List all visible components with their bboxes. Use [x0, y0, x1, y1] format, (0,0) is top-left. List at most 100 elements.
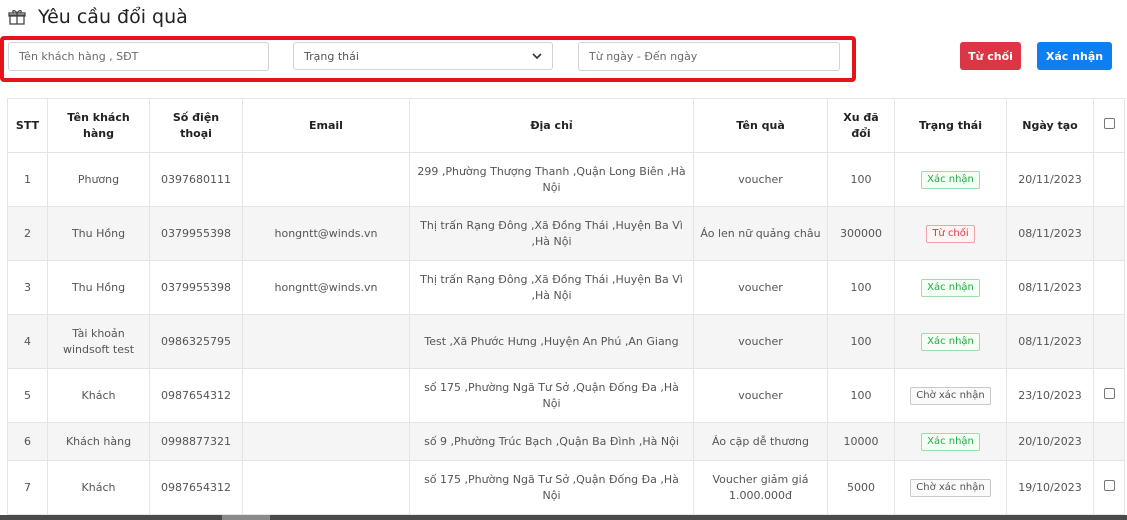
cell-gift: voucher	[693, 368, 828, 423]
cell-stt: 7	[7, 460, 48, 515]
row-select-checkbox[interactable]	[1103, 387, 1115, 399]
col-header-phone: Số điện thoại	[149, 98, 243, 153]
cell-checkbox	[1093, 368, 1125, 423]
cell-checkbox	[1093, 152, 1125, 207]
cell-created: 08/11/2023	[1006, 206, 1094, 261]
cell-coins: 100	[827, 368, 895, 423]
cell-email: hongntt@winds.vn	[242, 260, 410, 315]
cell-email	[242, 460, 410, 515]
cell-name: Tài khoản windsoft test	[47, 314, 150, 369]
cell-checkbox	[1093, 422, 1125, 461]
page-title: Yêu cầu đổi quà	[38, 6, 188, 28]
cell-name: Khách	[47, 368, 150, 423]
cell-phone: 0987654312	[149, 460, 243, 515]
cell-gift: voucher	[693, 314, 828, 369]
cell-created: 08/11/2023	[1006, 314, 1094, 369]
approve-button[interactable]: Xác nhận	[1037, 42, 1112, 70]
cell-gift: voucher	[693, 260, 828, 315]
cell-checkbox	[1093, 206, 1125, 261]
cell-status: Xác nhận	[894, 314, 1007, 369]
table-row: 5 Khách 0987654312 số 175 ,Phường Ngã Tư…	[7, 368, 1125, 423]
cell-created: 20/11/2023	[1006, 152, 1094, 207]
col-header-name: Tên khách hàng	[47, 98, 150, 153]
cell-checkbox	[1093, 260, 1125, 315]
status-badge: Từ chối	[926, 224, 975, 243]
cell-created: 08/11/2023	[1006, 260, 1094, 315]
col-header-address: Địa chỉ	[409, 98, 694, 153]
cell-phone: 0987654312	[149, 368, 243, 423]
cell-status: Từ chối	[894, 206, 1007, 261]
status-select[interactable]: Trạng thái	[293, 42, 553, 70]
col-header-coins: Xu đã đổi	[827, 98, 895, 153]
cell-created: 19/10/2023	[1006, 460, 1094, 515]
cell-coins: 100	[827, 314, 895, 369]
cell-gift: Áo len nữ quảng châu	[693, 206, 828, 261]
table-row: 1 Phương 0397680111 299 ,Phường Thượng T…	[7, 152, 1125, 207]
cell-address: số 175 ,Phường Ngã Tư Sở ,Quận Đống Đa ,…	[409, 368, 694, 423]
cell-stt: 1	[7, 152, 48, 207]
cell-stt: 3	[7, 260, 48, 315]
col-header-email: Email	[242, 98, 410, 153]
page-header: Yêu cầu đổi quà	[8, 6, 188, 28]
cell-email	[242, 368, 410, 423]
col-header-gift: Tên quà	[693, 98, 828, 153]
cell-name: Thu Hồng	[47, 206, 150, 261]
status-badge: Chờ xác nhận	[910, 478, 991, 497]
horizontal-scrollbar[interactable]	[0, 515, 1127, 520]
cell-created: 23/10/2023	[1006, 368, 1094, 423]
table-row: 6 Khách hàng 0998877321 số 9 ,Phường Trú…	[7, 422, 1125, 461]
cell-name: Khách hàng	[47, 422, 150, 461]
cell-email: hongntt@winds.vn	[242, 206, 410, 261]
status-select-value: Trạng thái	[304, 49, 359, 63]
requests-table-container: STT Tên khách hàng Số điện thoại Email Đ…	[7, 98, 1127, 515]
search-name-phone-input[interactable]	[8, 42, 269, 71]
cell-status: Chờ xác nhận	[894, 460, 1007, 515]
table-header-row: STT Tên khách hàng Số điện thoại Email Đ…	[7, 98, 1125, 153]
cell-phone: 0998877321	[149, 422, 243, 461]
cell-phone: 0397680111	[149, 152, 243, 207]
cell-stt: 6	[7, 422, 48, 461]
col-header-created: Ngày tạo	[1006, 98, 1094, 153]
status-badge: Xác nhận	[921, 278, 980, 297]
cell-gift: Voucher giảm giá 1.000.000đ	[693, 460, 828, 515]
table-row: 2 Thu Hồng 0379955398 hongntt@winds.vn T…	[7, 206, 1125, 261]
cell-phone: 0379955398	[149, 206, 243, 261]
cell-email	[242, 422, 410, 461]
cell-coins: 100	[827, 260, 895, 315]
cell-name: Thu Hồng	[47, 260, 150, 315]
cell-address: 299 ,Phường Thượng Thanh ,Quận Long Biên…	[409, 152, 694, 207]
cell-address: số 9 ,Phường Trúc Bạch ,Quận Ba Đình ,Hà…	[409, 422, 694, 461]
cell-email	[242, 314, 410, 369]
cell-checkbox	[1093, 460, 1125, 515]
reject-button[interactable]: Từ chối	[960, 42, 1021, 70]
cell-coins: 10000	[827, 422, 895, 461]
cell-address: số 175 ,Phường Ngã Tư Sở ,Quận Đống Đa ,…	[409, 460, 694, 515]
status-badge: Chờ xác nhận	[910, 386, 991, 405]
col-header-status: Trạng thái	[894, 98, 1007, 153]
status-badge: Xác nhận	[921, 432, 980, 451]
cell-email	[242, 152, 410, 207]
row-select-checkbox[interactable]	[1103, 479, 1115, 491]
chevron-down-icon	[532, 51, 542, 61]
cell-gift: Áo cặp dễ thương	[693, 422, 828, 461]
cell-phone: 0986325795	[149, 314, 243, 369]
select-all-checkbox-cell	[1093, 98, 1125, 153]
cell-coins: 300000	[827, 206, 895, 261]
table-row: 7 Khách 0987654312 số 175 ,Phường Ngã Tư…	[7, 460, 1125, 515]
cell-status: Xác nhận	[894, 422, 1007, 461]
gift-icon	[8, 8, 26, 26]
cell-address: Thị trấn Rạng Đông ,Xã Đồng Thái ,Huyện …	[409, 260, 694, 315]
scrollbar-thumb[interactable]	[222, 515, 270, 520]
table-row: 4 Tài khoản windsoft test 0986325795 Tes…	[7, 314, 1125, 369]
status-badge: Xác nhận	[921, 170, 980, 189]
select-all-checkbox[interactable]	[1103, 117, 1115, 129]
cell-phone: 0379955398	[149, 260, 243, 315]
table-row: 3 Thu Hồng 0379955398 hongntt@winds.vn T…	[7, 260, 1125, 315]
cell-stt: 2	[7, 206, 48, 261]
cell-coins: 5000	[827, 460, 895, 515]
cell-address: Test ,Xã Phước Hưng ,Huyện An Phú ,An Gi…	[409, 314, 694, 369]
cell-status: Chờ xác nhận	[894, 368, 1007, 423]
date-range-input[interactable]	[578, 42, 840, 71]
requests-table: STT Tên khách hàng Số điện thoại Email Đ…	[7, 98, 1125, 515]
cell-stt: 5	[7, 368, 48, 423]
